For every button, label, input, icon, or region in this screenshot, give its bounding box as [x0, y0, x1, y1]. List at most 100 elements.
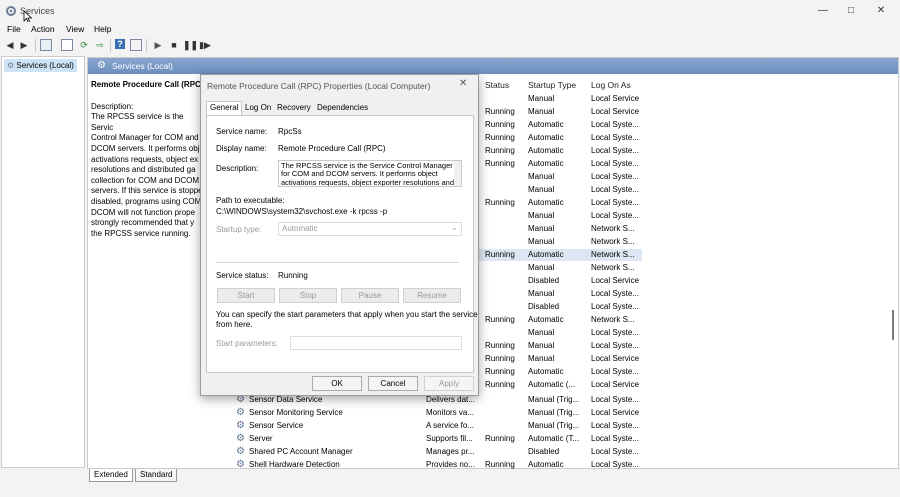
startup-type-cell: Manual — [528, 107, 555, 116]
status-cell: Running — [485, 133, 515, 142]
log-on-as-cell: Local Syste... — [591, 198, 640, 207]
startup-type-label: Startup type: — [216, 225, 262, 234]
dialog-close-icon[interactable]: ✕ — [459, 78, 467, 89]
description-box[interactable]: The RPCSS service is the Service Control… — [278, 160, 462, 187]
stop-button[interactable]: Stop — [279, 288, 337, 303]
service-gear-icon: ⚙ — [236, 459, 245, 470]
tree-node-services-local[interactable]: ⚙ Services (Local) — [4, 59, 77, 72]
description-cell: Delivers dat... — [426, 395, 475, 404]
menu-action[interactable]: Action — [31, 24, 55, 34]
status-cell: Running — [485, 460, 515, 469]
tab-general[interactable]: General — [210, 103, 238, 112]
startup-type-cell: Manual — [528, 211, 555, 220]
service-gear-icon: ⚙ — [236, 446, 245, 457]
ok-button[interactable]: OK — [312, 376, 362, 391]
forward-icon[interactable]: ▶ — [18, 39, 30, 51]
log-on-as-cell: Local Syste... — [591, 159, 640, 168]
log-on-as-cell: Local Service — [591, 408, 640, 417]
startup-type-cell: Manual — [528, 94, 555, 103]
log-on-as-cell: Local Syste... — [591, 395, 640, 404]
column-header-startup-type[interactable]: Startup Type — [528, 80, 576, 90]
column-header-log-on-as[interactable]: Log On As — [591, 80, 631, 90]
scrollbar-thumb[interactable] — [892, 310, 894, 340]
menu-file[interactable]: File — [7, 24, 21, 34]
log-on-as-cell: Local Service — [591, 107, 640, 116]
vertical-scrollbar[interactable] — [890, 74, 896, 464]
description-cell: Manages pr... — [426, 447, 475, 456]
startup-type-cell: Disabled — [528, 447, 560, 456]
service-name-cell: Shared PC Account Manager — [249, 447, 353, 456]
startup-type-cell: Manual — [528, 354, 555, 363]
log-on-as-cell: Local Syste... — [591, 185, 640, 194]
column-header-status[interactable]: Status — [485, 80, 509, 90]
show-hide-console-tree-icon[interactable] — [40, 39, 52, 51]
apply-button[interactable]: Apply — [424, 376, 474, 391]
service-gear-icon: ⚙ — [236, 407, 245, 418]
description-line: The RPCSS service is the Servic — [91, 112, 184, 132]
startup-type-select[interactable]: Automatic ⌄ — [278, 222, 462, 236]
path-value: C:\WINDOWS\system32\svchost.exe -k rpcss… — [216, 207, 388, 216]
service-name-cell: Sensor Data Service — [249, 395, 323, 404]
minimize-icon[interactable]: — — [808, 0, 838, 22]
close-icon[interactable]: ✕ — [866, 0, 896, 22]
back-icon[interactable]: ◀ — [4, 39, 16, 51]
general-tab-panel: Service name: RpcSs Display name: Remote… — [206, 115, 478, 373]
pause-service-icon[interactable]: ❚❚ — [183, 39, 198, 51]
description-scrollbar[interactable] — [454, 161, 461, 186]
description-line: collection for COM and DCOM — [91, 175, 200, 185]
log-on-as-cell: Network S... — [591, 237, 635, 246]
log-on-as-cell: Local Syste... — [591, 447, 640, 456]
tab-extended[interactable]: Extended — [89, 469, 133, 482]
view-icon[interactable] — [130, 39, 142, 51]
startup-type-cell: Manual — [528, 224, 555, 233]
status-cell: Running — [485, 341, 515, 350]
startup-type-cell: Manual — [528, 328, 555, 337]
startup-type-cell: Automatic — [528, 133, 564, 142]
startup-type-cell: Automatic (T... — [528, 434, 580, 443]
dialog-title: Remote Procedure Call (RPC) Properties (… — [207, 81, 431, 91]
startup-type-cell: Automatic — [528, 198, 564, 207]
status-cell: Running — [485, 367, 515, 376]
tab-standard[interactable]: Standard — [135, 469, 178, 482]
log-on-as-cell: Local Syste... — [591, 289, 640, 298]
cancel-button[interactable]: Cancel — [368, 376, 418, 391]
status-cell: Running — [485, 250, 515, 259]
menu-view[interactable]: View — [66, 24, 84, 34]
start-button[interactable]: Start — [217, 288, 275, 303]
properties-icon[interactable] — [61, 39, 73, 51]
refresh-icon[interactable]: ⟳ — [78, 39, 90, 51]
status-cell: Running — [485, 380, 515, 389]
help-icon[interactable]: ? — [115, 39, 125, 49]
toolbar: ◀ ▶ ⟳ ⇨ ? ▶ ■ ❚❚ ▮▶ — [0, 37, 900, 54]
resume-button[interactable]: Resume — [403, 288, 461, 303]
startup-type-cell: Automatic — [528, 367, 564, 376]
log-on-as-cell: Local Syste... — [591, 302, 640, 311]
service-name-cell: Sensor Service — [249, 421, 304, 430]
maximize-icon[interactable]: □ — [836, 0, 866, 22]
description-box-text: The RPCSS service is the Service Control… — [279, 161, 461, 186]
tab-recovery[interactable]: Recovery — [277, 103, 311, 112]
log-on-as-cell: Network S... — [591, 250, 635, 259]
restart-service-icon[interactable]: ▮▶ — [199, 39, 211, 51]
tab-log-on[interactable]: Log On — [245, 103, 271, 112]
start-params-input[interactable] — [290, 336, 462, 350]
description-line: disabled, programs using COM — [91, 196, 202, 206]
service-name-cell: Shell Hardware Detection — [249, 460, 340, 469]
export-list-icon[interactable]: ⇨ — [94, 39, 106, 51]
start-service-icon[interactable]: ▶ — [152, 39, 164, 51]
description-cell: A service fo... — [426, 421, 475, 430]
log-on-as-cell: Local Syste... — [591, 211, 640, 220]
startup-type-cell: Manual — [528, 237, 555, 246]
log-on-as-cell: Local Syste... — [591, 460, 640, 469]
startup-type-cell: Automatic — [528, 120, 564, 129]
log-on-as-cell: Local Syste... — [591, 146, 640, 155]
menu-help[interactable]: Help — [94, 24, 111, 34]
description-line: the RPCSS service running. — [91, 228, 191, 238]
menu-bar: File Action View Help — [0, 22, 900, 36]
start-params-hint-cont: from here. — [216, 320, 253, 329]
stop-service-icon[interactable]: ■ — [168, 39, 180, 51]
pause-button[interactable]: Pause — [341, 288, 399, 303]
startup-type-cell: Disabled — [528, 302, 560, 311]
tab-dependencies[interactable]: Dependencies — [317, 103, 368, 112]
log-on-as-cell: Local Syste... — [591, 328, 640, 337]
